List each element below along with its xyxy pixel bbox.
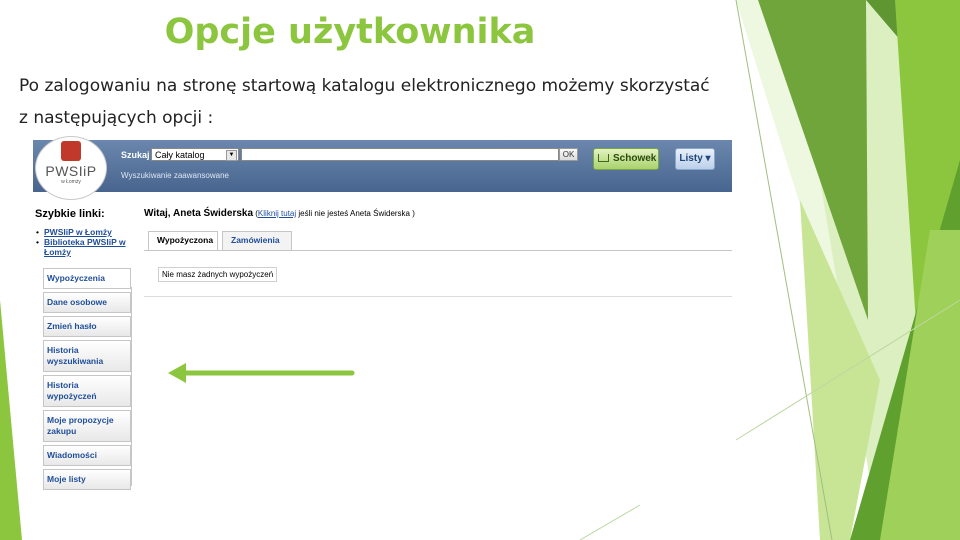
side-item-dane-osobowe[interactable]: Dane osobowe <box>43 292 131 313</box>
search-ok-button[interactable]: OK <box>559 148 578 161</box>
listy-button[interactable]: Listy ▾ <box>675 148 715 170</box>
side-item-zmien-haslo[interactable]: Zmień hasło <box>43 316 131 337</box>
quick-links-list: • PWSIiP w Łomży • Biblioteka PWSIiP w Łom… <box>36 227 134 257</box>
side-item-historia-wyszukiwania[interactable]: Historia wyszukiwania <box>43 340 131 372</box>
catalog-screenshot: Szukaj Cały katalog ▼ OK Wyszukiwanie za… <box>33 136 732 490</box>
quick-links-title: Szybkie linki: <box>35 208 105 220</box>
search-scope-select[interactable]: Cały katalog ▼ <box>151 148 239 161</box>
advanced-search-link[interactable]: Wyszukiwanie zaawansowane <box>121 171 229 180</box>
library-logo[interactable]: PWSIiP w Łomży <box>35 136 107 200</box>
search-scope-value: Cały katalog <box>155 150 205 160</box>
greeting: Witaj, Aneta Świderska (Kliknij tutaj je… <box>144 208 415 219</box>
cart-icon <box>598 154 609 162</box>
greeting-name: Witaj, Aneta Świderska <box>144 208 254 219</box>
side-menu: Wypożyczenia Dane osobowe Zmień hasło Hi… <box>43 268 131 493</box>
arrow-left-icon <box>168 363 355 383</box>
side-item-moje-listy[interactable]: Moje listy <box>43 469 131 490</box>
search-input[interactable] <box>241 148 559 161</box>
logo-text: PWSIiP <box>45 163 97 179</box>
greeting-suffix: jeśli nie jesteś Aneta Świderska ) <box>296 209 415 218</box>
empty-loans-message: Nie masz żadnych wypożyczeń <box>158 267 278 282</box>
slide-body-line-2: z następujących opcji : <box>19 108 214 128</box>
side-item-historia-wypozyczen[interactable]: Historia wypożyczeń <box>43 375 131 407</box>
quick-link-biblioteka[interactable]: • Biblioteka PWSIiP w Łomży <box>36 237 134 257</box>
catalog-topbar: Szukaj Cały katalog ▼ OK Wyszukiwanie za… <box>33 140 732 192</box>
search-label: Szukaj <box>121 150 150 160</box>
building-icon <box>61 141 81 161</box>
side-item-wiadomosci[interactable]: Wiadomości <box>43 445 131 466</box>
logo-subtext: w Łomży <box>61 179 81 185</box>
content-divider <box>144 296 732 297</box>
slide-title: Opcje użytkownika <box>164 12 536 52</box>
schowek-label: Schowek <box>613 153 657 164</box>
not-you-link[interactable]: Kliknij tutaj <box>258 209 296 218</box>
slide-body-line-1: Po zalogowaniu na stronę startową katalo… <box>19 76 710 96</box>
tab-zamowienia[interactable]: Zamówienia <box>222 231 292 250</box>
slide-body: Po zalogowaniu na stronę startową katalo… <box>19 70 719 134</box>
tabs-underline <box>144 250 732 251</box>
quick-link-pwsiip[interactable]: • PWSIiP w Łomży <box>36 227 134 237</box>
schowek-button[interactable]: Schowek <box>593 148 659 170</box>
chevron-down-icon[interactable]: ▼ <box>226 150 237 161</box>
side-item-propozycje-zakupu[interactable]: Moje propozycje zakupu <box>43 410 131 442</box>
side-menu-border <box>131 287 132 486</box>
tab-wypozyczona[interactable]: Wypożyczona <box>148 231 218 250</box>
side-item-wypozyczenia[interactable]: Wypożyczenia <box>43 268 131 289</box>
